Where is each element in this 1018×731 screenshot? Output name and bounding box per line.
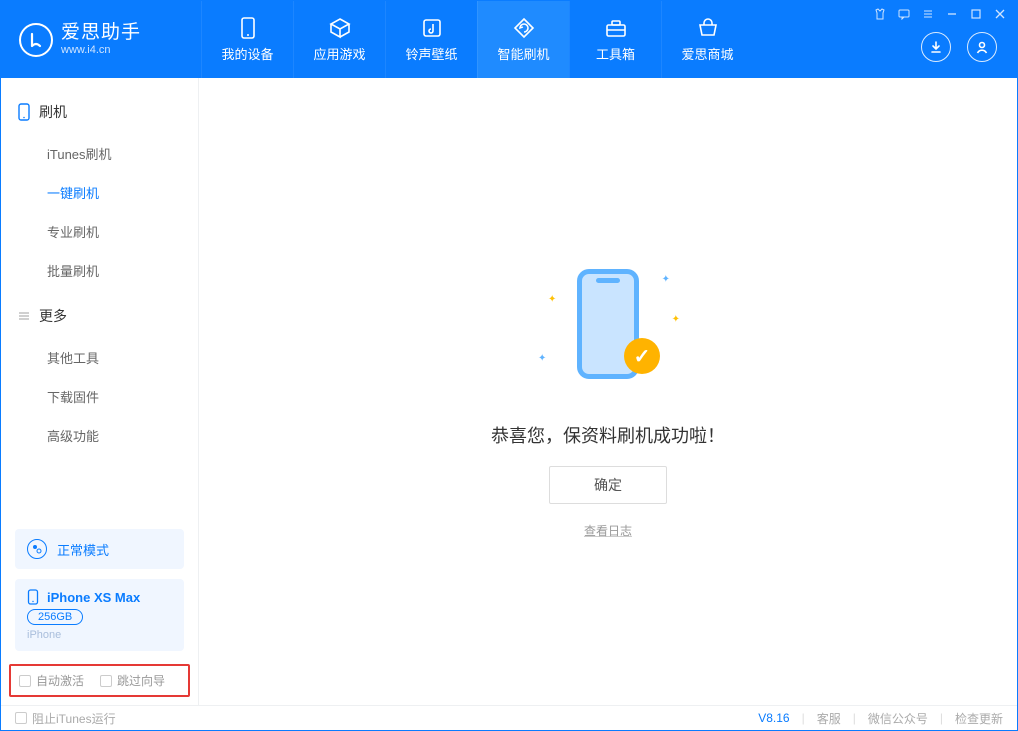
device-card[interactable]: iPhone XS Max 256GB iPhone: [15, 579, 184, 651]
sparkle-icon: ✦: [548, 294, 556, 305]
footer-link-update[interactable]: 检查更新: [955, 710, 1003, 727]
cube-icon: [328, 16, 352, 40]
logo-area: 爱思助手 www.i4.cn: [1, 23, 201, 57]
toolbox-icon: [604, 16, 628, 40]
tab-label: 工具箱: [596, 44, 635, 63]
sidebar-item-advanced[interactable]: 高级功能: [1, 416, 198, 455]
sparkle-icon: ✦: [538, 353, 546, 364]
version-text: V8.16: [758, 711, 789, 725]
success-message: 恭喜您，保资料刷机成功啦！: [491, 422, 725, 448]
section-title: 更多: [39, 306, 67, 326]
footer-link-wechat[interactable]: 微信公众号: [868, 710, 928, 727]
sparkle-icon: ✦: [672, 314, 680, 325]
device-type: iPhone: [27, 629, 172, 641]
tab-label: 我的设备: [221, 44, 273, 63]
tab-toolbox[interactable]: 工具箱: [569, 1, 661, 78]
tab-apps-games[interactable]: 应用游戏: [293, 1, 385, 78]
app-subtitle: www.i4.cn: [61, 44, 141, 56]
checkbox-label: 阻止iTunes运行: [32, 710, 116, 727]
tab-smart-flash[interactable]: 智能刷机: [477, 1, 569, 78]
music-icon: [420, 16, 444, 40]
sparkle-icon: ✦: [662, 274, 670, 285]
block-itunes-checkbox[interactable]: 阻止iTunes运行: [15, 710, 116, 727]
user-button[interactable]: [967, 32, 997, 62]
shirt-icon[interactable]: [873, 7, 887, 21]
maximize-button[interactable]: [969, 7, 983, 21]
sidebar-item-other-tools[interactable]: 其他工具: [1, 338, 198, 377]
footer-link-support[interactable]: 客服: [817, 710, 841, 727]
check-icon: ✓: [624, 338, 660, 374]
tab-label: 铃声壁纸: [405, 44, 457, 63]
sidebar-item-oneclick-flash[interactable]: 一键刷机: [1, 173, 198, 212]
checkbox-label: 跳过向导: [117, 672, 165, 689]
tab-store[interactable]: 爱思商城: [661, 1, 753, 78]
checkbox-icon: [100, 675, 112, 687]
logo-icon: [19, 23, 53, 57]
tab-label: 智能刷机: [497, 44, 549, 63]
minimize-button[interactable]: [945, 7, 959, 21]
section-flash[interactable]: 刷机: [1, 94, 198, 130]
window-controls: [873, 7, 1007, 21]
sidebar-item-itunes-flash[interactable]: iTunes刷机: [1, 134, 198, 173]
highlighted-options: 自动激活 跳过向导: [9, 664, 190, 697]
download-button[interactable]: [921, 32, 951, 62]
tab-label: 爱思商城: [681, 44, 733, 63]
device-icon: [236, 16, 260, 40]
mode-label: 正常模式: [57, 540, 109, 559]
footer: 阻止iTunes运行 V8.16 | 客服 | 微信公众号 | 检查更新: [1, 705, 1017, 730]
sidebar-item-download-firmware[interactable]: 下载固件: [1, 377, 198, 416]
sidebar-item-pro-flash[interactable]: 专业刷机: [1, 212, 198, 251]
main-content: ✦ ✦ ✦ ✦ ✓ 恭喜您，保资料刷机成功啦！ 确定 查看日志: [199, 78, 1017, 705]
success-illustration: ✦ ✦ ✦ ✦ ✓: [528, 244, 688, 404]
view-log-link[interactable]: 查看日志: [584, 522, 632, 539]
menu-icon[interactable]: [921, 7, 935, 21]
header-tabs: 我的设备 应用游戏 铃声壁纸 智能刷机 工具箱 爱思商城: [201, 1, 753, 78]
device-storage: 256GB: [27, 609, 83, 625]
tab-ringtones[interactable]: 铃声壁纸: [385, 1, 477, 78]
app-header: 爱思助手 www.i4.cn 我的设备 应用游戏 铃声壁纸 智能刷机 工具箱 爱…: [1, 1, 1017, 78]
checkbox-icon: [19, 675, 31, 687]
app-title: 爱思助手: [61, 23, 141, 44]
tab-label: 应用游戏: [313, 44, 365, 63]
mode-card[interactable]: 正常模式: [15, 529, 184, 569]
mode-icon: [27, 539, 47, 559]
section-more[interactable]: 更多: [1, 298, 198, 334]
store-icon: [696, 16, 720, 40]
device-phone-icon: [27, 589, 39, 605]
refresh-icon: [512, 16, 536, 40]
close-button[interactable]: [993, 7, 1007, 21]
checkbox-label: 自动激活: [36, 672, 84, 689]
checkbox-icon: [15, 712, 27, 724]
phone-small-icon: [17, 103, 31, 121]
skip-guide-checkbox[interactable]: 跳过向导: [100, 672, 165, 689]
sidebar-item-batch-flash[interactable]: 批量刷机: [1, 251, 198, 290]
auto-activate-checkbox[interactable]: 自动激活: [19, 672, 84, 689]
sidebar: 刷机 iTunes刷机 一键刷机 专业刷机 批量刷机 更多 其他工具 下载固件 …: [1, 78, 199, 705]
tab-my-device[interactable]: 我的设备: [201, 1, 293, 78]
ok-button[interactable]: 确定: [549, 466, 667, 504]
menu-icon: [17, 309, 31, 323]
feedback-icon[interactable]: [897, 7, 911, 21]
section-title: 刷机: [39, 102, 67, 122]
device-name-text: iPhone XS Max: [47, 590, 140, 605]
